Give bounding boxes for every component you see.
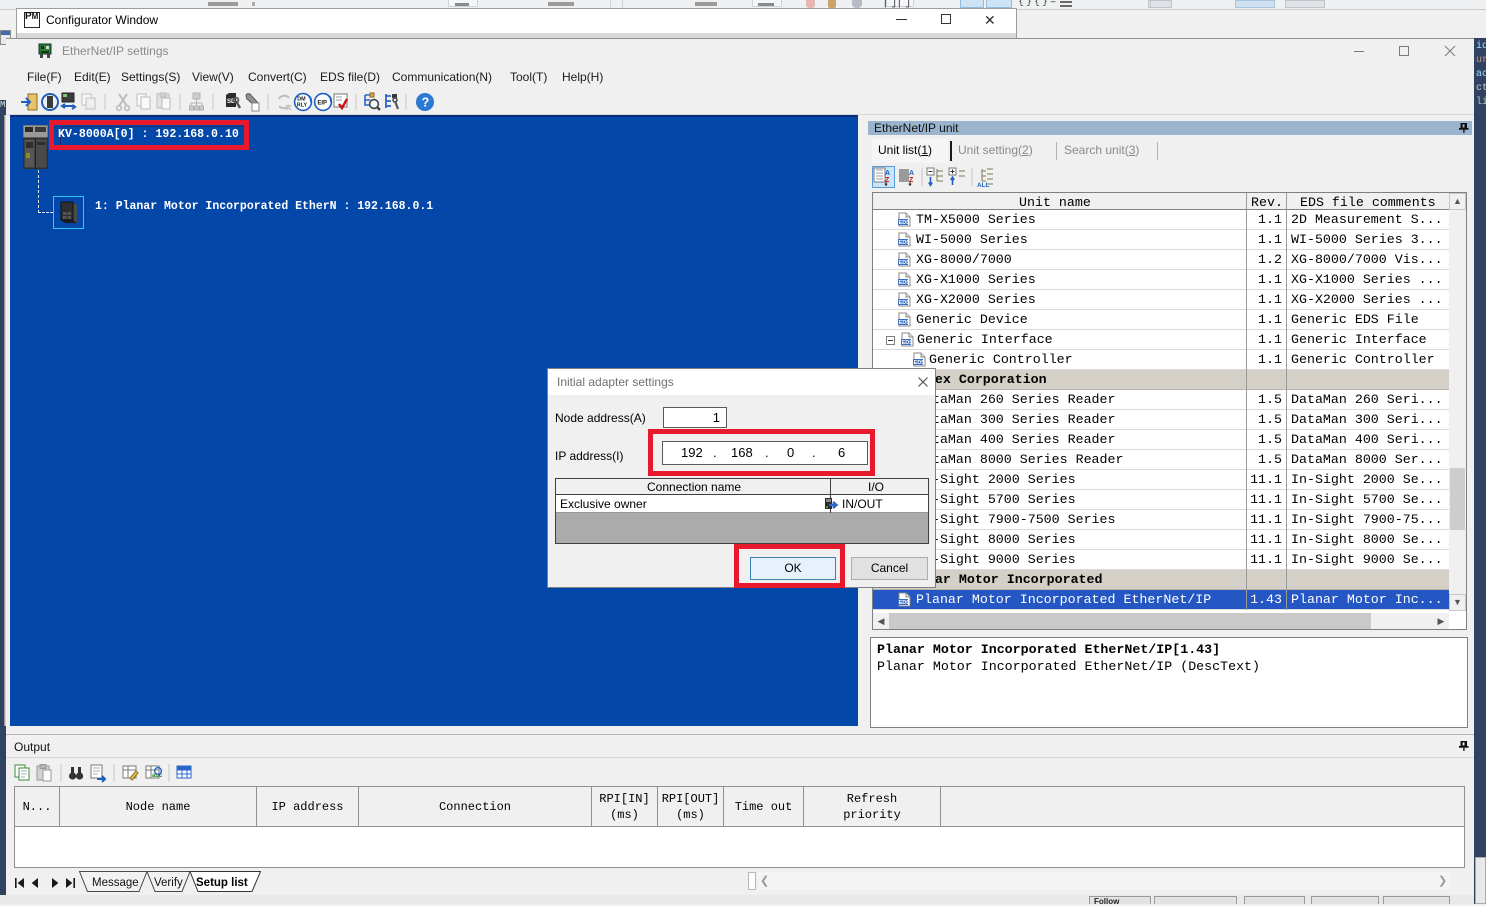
svg-text:EDS: EDS	[899, 280, 910, 286]
svg-text:EDS: EDS	[899, 220, 910, 226]
svg-text:A: A	[885, 170, 890, 177]
svg-text:?: ?	[422, 95, 430, 109]
svg-text:RLY: RLY	[297, 103, 308, 109]
svg-text:Setup list: Setup list	[196, 877, 248, 889]
svg-text:EDS: EDS	[899, 600, 910, 606]
svg-text:Verify: Verify	[154, 877, 183, 889]
svg-text:EIP: EIP	[317, 100, 327, 106]
svg-text:EDS: EDS	[899, 320, 910, 326]
svg-text:EDS: EDS	[899, 260, 910, 266]
svg-text:EDS: EDS	[899, 240, 910, 246]
svg-text:ALL: ALL	[977, 182, 990, 188]
svg-text:EDS: EDS	[899, 300, 910, 306]
svg-text:EDS: EDS	[914, 360, 925, 366]
svg-text:Message: Message	[92, 877, 139, 889]
svg-text:A: A	[909, 170, 914, 177]
svg-text:EDS: EDS	[902, 340, 913, 346]
